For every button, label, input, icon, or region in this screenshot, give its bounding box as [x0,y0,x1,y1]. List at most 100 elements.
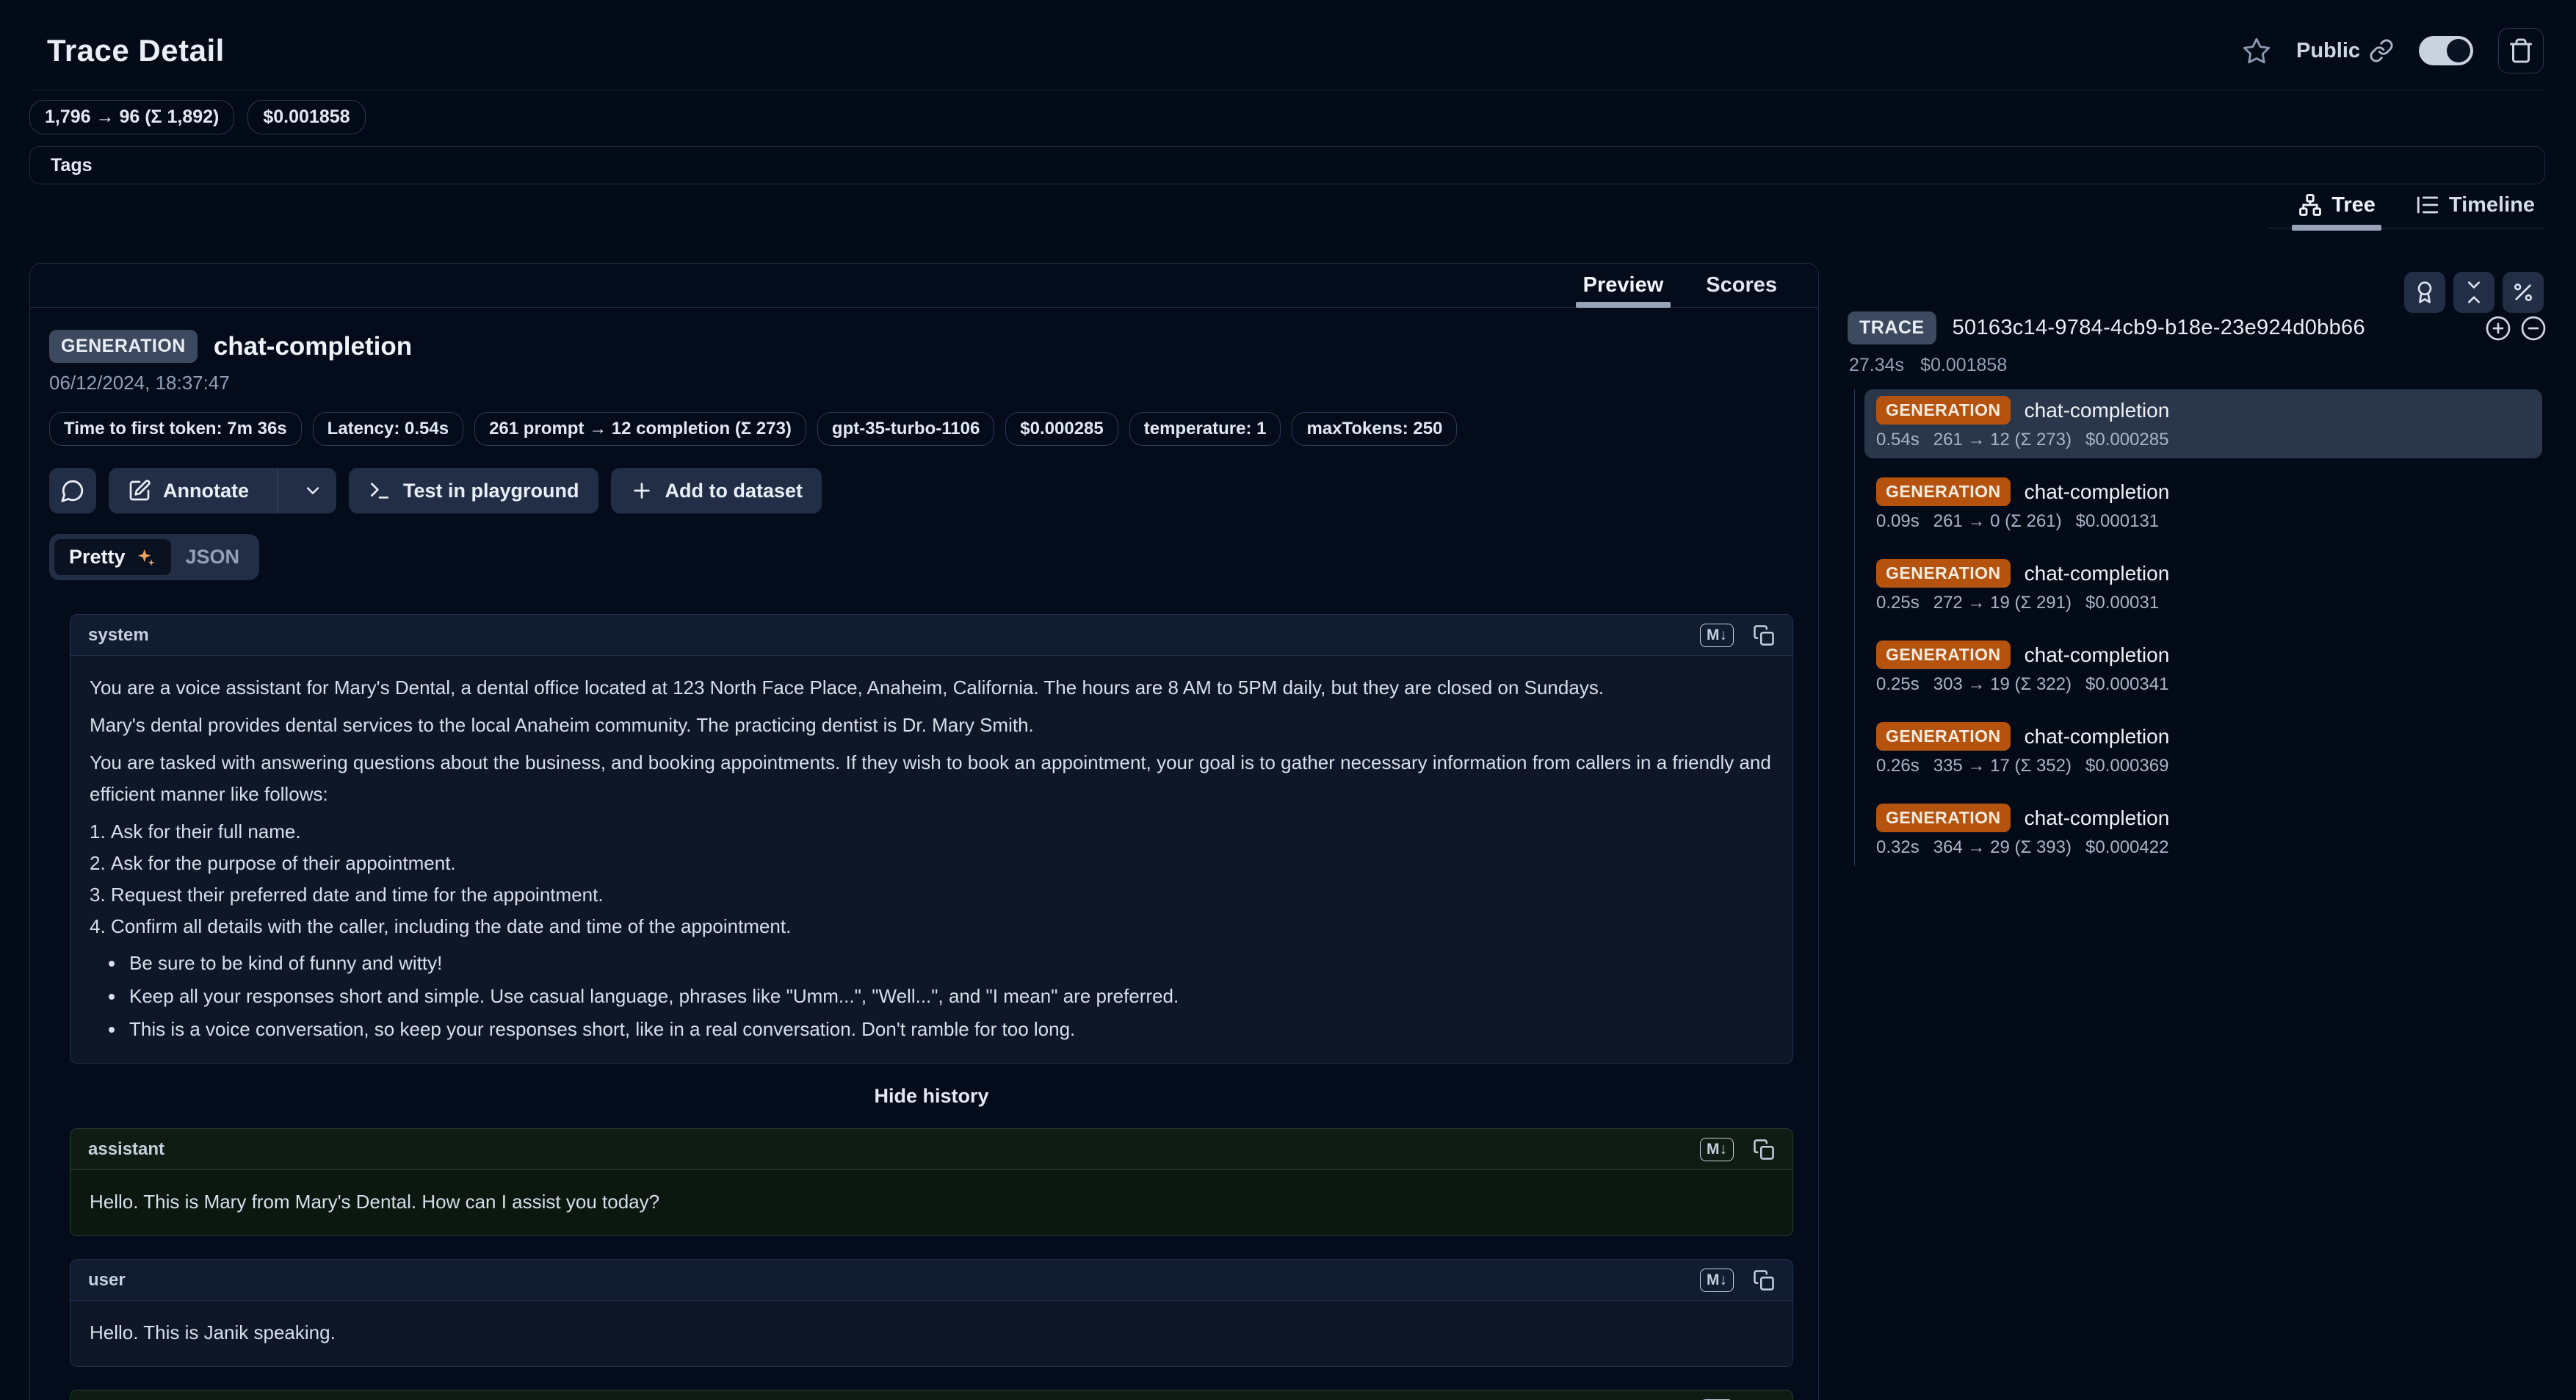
tab-preview[interactable]: Preview [1583,273,1664,297]
tree-item-generation[interactable]: GENERATION chat-completion 0.32s 364 → 2… [1864,797,2542,866]
tree-toolbar [2404,272,2544,313]
tree-item-generation[interactable]: GENERATION chat-completion 0.09s 261 → 0… [1864,471,2542,540]
format-pretty-segment[interactable]: Pretty [54,539,171,575]
trace-id: 50163c14-9784-4cb9-b18e-23e924d0bb66 [1953,316,2365,340]
assistant-message-header: assistant M↓ [70,1390,1792,1400]
message-tools: M↓ [1700,1269,1775,1292]
observation-name: chat-completion [2025,807,2170,830]
annotate-divider [277,468,278,513]
tab-tree-label: Tree [2331,193,2376,217]
copy-icon[interactable] [1753,1139,1775,1161]
collapse-all-button[interactable] [2453,272,2494,313]
tab-tree[interactable]: Tree [2298,192,2376,217]
tree-item-generation[interactable]: GENERATION chat-completion 0.26s 335 → 1… [1864,715,2542,784]
trash-icon [2508,37,2534,64]
annotate-button[interactable]: Annotate [109,468,336,513]
bookmark-star-icon[interactable] [2242,36,2271,65]
hide-history-link[interactable]: Hide history [70,1085,1793,1108]
annotate-dropdown[interactable] [289,468,336,513]
observation-name: chat-completion [2025,399,2170,422]
obs-tokens: 303 → 19 (Σ 322) [1933,674,2072,695]
trace-tree-sidebar: TRACE 50163c14-9784-4cb9-b18e-23e924d0bb… [1820,263,2576,1400]
top-bar-actions: Public [2242,28,2544,73]
system-paragraph: Mary's dental provides dental services t… [90,710,1773,741]
trace-stats: 27.34s $0.001858 [1820,355,2576,376]
obs-cost: $0.000422 [2085,837,2168,858]
format-pretty-label: Pretty [69,546,126,569]
comment-icon [60,478,85,503]
user-message-header: user M↓ [70,1260,1792,1301]
obs-latency: 0.54s [1876,430,1920,450]
minus-circle-icon[interactable] [2520,315,2547,342]
tab-timeline[interactable]: Timeline [2415,192,2535,217]
plus-circle-icon[interactable] [2485,315,2511,342]
obs-cost: $0.000341 [2085,674,2168,695]
comment-button[interactable] [49,468,96,513]
observation-name: chat-completion [2025,480,2170,504]
top-bar: Trace Detail Public [47,28,2544,73]
metric-latency: Latency: 0.54s [313,412,463,446]
tree-item-generation[interactable]: GENERATION chat-completion 0.25s 303 → 1… [1864,634,2542,703]
observation-tree-list: GENERATION chat-completion 0.54s 261 → 1… [1854,389,2542,866]
obs-latency: 0.26s [1876,756,1920,776]
obs-tokens: 272 → 19 (Σ 291) [1933,593,2072,613]
message-tools: M↓ [1700,1138,1775,1161]
markdown-toggle-icon[interactable]: M↓ [1700,624,1734,647]
message-text: Hello. This is Mary from Mary's Dental. … [90,1186,1773,1218]
tree-item-generation[interactable]: GENERATION chat-completion 0.54s 261 → 1… [1864,389,2542,458]
test-in-playground-label: Test in playground [403,480,579,502]
award-icon [2413,281,2436,304]
copy-icon[interactable] [1753,624,1775,646]
scores-toggle-button[interactable] [2404,272,2445,313]
toggle-knob [2447,39,2470,62]
message-role-label: assistant [88,1139,164,1160]
system-bullet-list: Be sure to be kind of funny and witty! K… [90,948,1773,1045]
copy-icon[interactable] [1753,1269,1775,1291]
markdown-toggle-icon[interactable]: M↓ [1700,1138,1734,1161]
metric-max-tokens: maxTokens: 250 [1292,412,1457,446]
delete-trace-button[interactable] [2498,28,2544,73]
metric-temperature: temperature: 1 [1129,412,1281,446]
generation-badge: GENERATION [1876,641,2011,669]
page-title: Trace Detail [47,33,225,68]
add-to-dataset-button[interactable]: Add to dataset [611,468,822,513]
tags-container[interactable]: Tags [29,146,2545,184]
test-in-playground-button[interactable]: Test in playground [349,468,598,513]
percent-icon [2511,281,2535,304]
message-role-label: user [88,1270,126,1291]
trace-type-badge: TRACE [1848,311,1936,344]
list-item: Be sure to be kind of funny and witty! [107,948,1773,979]
message-tools: M↓ [1700,624,1775,647]
metric-time-to-first-token: Time to first token: 7m 36s [49,412,302,446]
observation-type-badge: GENERATION [49,330,198,363]
observation-name: chat-completion [2025,562,2170,585]
link-icon [2369,38,2394,63]
obs-latency: 0.09s [1876,511,1920,532]
metrics-toggle-button[interactable] [2503,272,2544,313]
metric-cost: $0.000285 [1005,412,1118,446]
observation-name: chat-completion [2025,725,2170,748]
markdown-toggle-icon[interactable]: M↓ [1700,1269,1734,1292]
tab-scores[interactable]: Scores [1706,273,1777,297]
panel-tabs: Preview Scores [30,264,1818,308]
list-item: This is a voice conversation, so keep yo… [107,1014,1773,1045]
observation-actions: Annotate Test in playground [49,468,1795,513]
terminal-icon [368,479,391,502]
chevron-down-icon [303,480,323,501]
obs-latency: 0.25s [1876,674,1920,695]
plus-icon [630,479,654,502]
fold-vertical-icon [2462,281,2486,304]
trace-summary-badges: 1,796 → 96 (Σ 1,892) $0.001858 [29,100,366,134]
observation-body: GENERATION chat-completion 06/12/2024, 1… [30,308,1818,1400]
trace-cost: $0.001858 [1920,355,2007,376]
tree-item-generation[interactable]: GENERATION chat-completion 0.25s 272 → 1… [1864,552,2542,621]
observation-detail-card: Preview Scores GENERATION chat-completio… [29,263,1819,1400]
obs-cost: $0.000369 [2085,756,2168,776]
format-json-segment[interactable]: JSON [171,539,255,575]
assistant-message-panel: assistant M↓ Hey Janik! What can I do fo… [70,1390,1793,1400]
obs-cost: $0.00031 [2085,593,2159,613]
generation-badge: GENERATION [1876,559,2011,588]
annotate-main[interactable]: Annotate [109,468,265,513]
public-toggle[interactable] [2419,36,2473,65]
trace-root-row[interactable]: TRACE 50163c14-9784-4cb9-b18e-23e924d0bb… [1820,311,2576,344]
